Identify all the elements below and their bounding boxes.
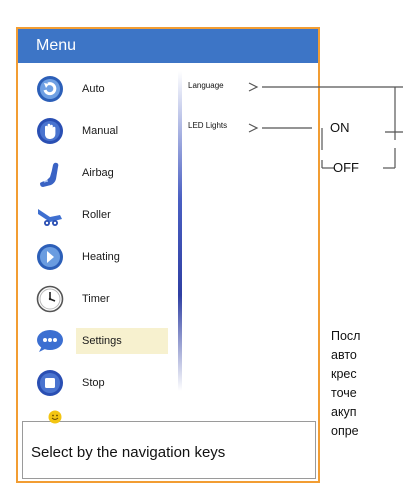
menu-item-auto[interactable]: Auto [32,73,172,109]
hand-icon [37,118,63,144]
menu-item-heating[interactable]: Heating [32,241,172,277]
menu-item-settings[interactable]: Settings [32,325,172,361]
menu-item-timer[interactable]: Timer [32,283,172,319]
menu-item-stop[interactable]: Stop [32,367,172,403]
side-text-line: опре [331,424,359,438]
menu-item-roller[interactable]: Roller [32,199,172,235]
menu-item-manual[interactable]: Manual [32,115,172,151]
side-text-line: акуп [331,405,357,419]
roller-icon [38,209,62,226]
option-led-lights[interactable]: LED Lights [188,121,227,130]
side-text-line: авто [331,348,357,362]
menu-item-label: Manual [82,125,119,137]
option-language[interactable]: Language [188,81,224,90]
side-text-line: Посл [331,329,361,343]
auto-icon [37,76,63,102]
menu-item-label: Stop [82,377,105,389]
side-text-line: точе [331,386,357,400]
smiley-icon [48,410,62,424]
menu-divider [178,71,182,391]
stop-icon [37,370,63,396]
menu-panel: Menu Auto Manual Airbag Roller Heating T… [16,27,320,483]
menu-item-label: Heating [82,251,120,263]
menu-item-airbag[interactable]: Airbag [32,157,172,193]
chat-bubble-icon [37,330,63,352]
side-text: Посл авто крес точе акуп опре [331,327,403,441]
hint-text: Select by the navigation keys [31,444,226,461]
menu-item-label: Timer [82,293,110,305]
heating-icon [37,244,63,270]
hint-box: Select by the navigation keys [22,421,316,479]
menu-title: Menu [18,29,318,63]
led-off-label: OFF [333,160,359,175]
menu-item-label: Roller [82,209,111,221]
menu-item-label: Settings [82,335,122,347]
menu-item-label: Auto [82,83,105,95]
led-on-label: ON [330,120,350,135]
leg-airbag-icon [40,162,59,187]
clock-icon [36,285,64,313]
side-text-line: крес [331,367,357,381]
menu-item-label: Airbag [82,167,114,179]
